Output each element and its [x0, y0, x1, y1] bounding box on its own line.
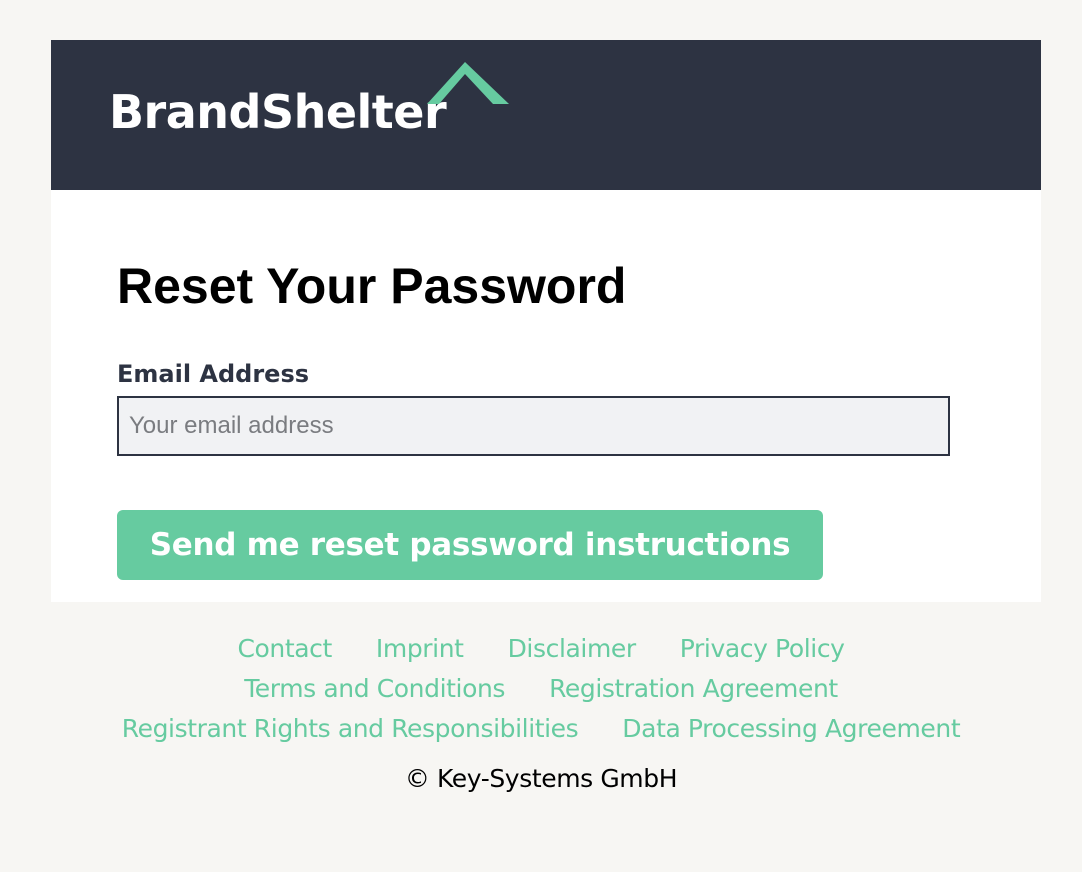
email-label: Email Address — [117, 360, 310, 388]
header-bar: BrandShelter — [51, 40, 1041, 190]
footer-link-disclaimer[interactable]: Disclaimer — [508, 634, 637, 663]
footer-link-imprint[interactable]: Imprint — [376, 634, 464, 663]
reset-card: BrandShelter Reset Your Password Email A… — [51, 40, 1041, 602]
roof-icon — [427, 62, 509, 104]
footer-row: Terms and Conditions Registration Agreem… — [0, 668, 1082, 708]
page-title: Reset Your Password — [117, 258, 627, 314]
footer: Contact Imprint Disclaimer Privacy Polic… — [0, 628, 1082, 794]
footer-link-data-processing[interactable]: Data Processing Agreement — [622, 714, 960, 743]
reset-form: Reset Your Password Email Address Send m… — [117, 254, 957, 580]
send-reset-instructions-button[interactable]: Send me reset password instructions — [117, 510, 823, 580]
footer-link-registration-agreement[interactable]: Registration Agreement — [549, 674, 838, 703]
footer-link-registrant-rights[interactable]: Registrant Rights and Responsibilities — [122, 714, 579, 743]
email-input[interactable] — [117, 396, 950, 456]
footer-row: Registrant Rights and Responsibilities D… — [0, 708, 1082, 748]
brand-name: BrandShelter — [109, 85, 447, 139]
footer-link-contact[interactable]: Contact — [237, 634, 332, 663]
footer-link-terms[interactable]: Terms and Conditions — [244, 674, 505, 703]
brand-logo[interactable]: BrandShelter — [109, 60, 509, 140]
footer-link-privacy-policy[interactable]: Privacy Policy — [680, 634, 845, 663]
copyright-text: © Key-Systems GmbH — [404, 764, 678, 793]
footer-row: Contact Imprint Disclaimer Privacy Polic… — [0, 628, 1082, 668]
reset-password-page: BrandShelter Reset Your Password Email A… — [0, 0, 1082, 872]
